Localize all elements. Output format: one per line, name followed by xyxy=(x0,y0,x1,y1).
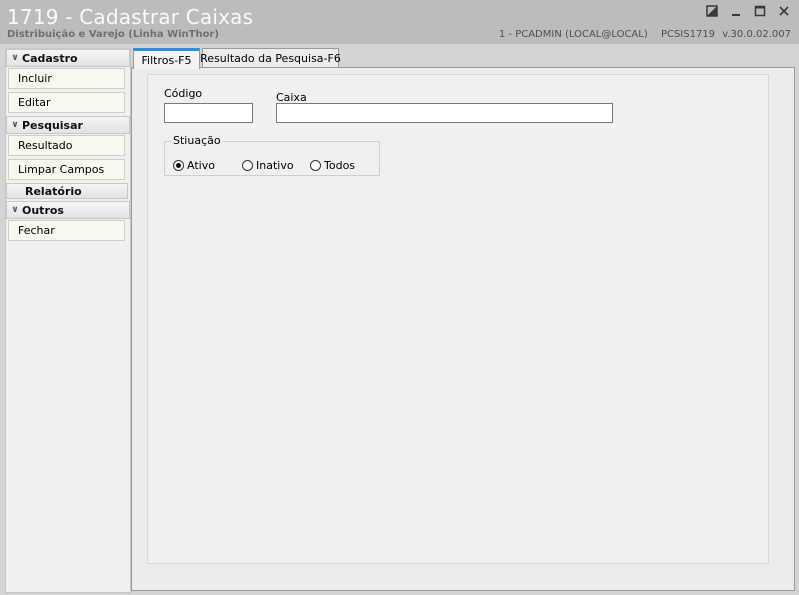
codigo-label: Código xyxy=(164,87,203,100)
radio-todos[interactable]: Todos xyxy=(310,159,355,172)
group-header-cadastro[interactable]: ∨ Cadastro xyxy=(6,49,130,67)
chevron-down-icon: ∨ xyxy=(11,120,19,130)
session-info: 1 - PCADMIN (LOCAL@LOCAL) PCSIS1719 v.30… xyxy=(489,29,791,40)
user-info: 1 - PCADMIN (LOCAL@LOCAL) xyxy=(498,29,648,40)
radio-label: Todos xyxy=(324,159,356,172)
action-sidebar: ∨ Cadastro Incluir Editar ∨ Pesquisar Re… xyxy=(5,48,131,593)
radio-label: Ativo xyxy=(187,159,215,172)
group-label: Relatório xyxy=(25,184,82,198)
radio-inativo[interactable]: Inativo xyxy=(242,159,294,172)
chevron-down-icon: ∨ xyxy=(11,53,19,63)
editar-button[interactable]: Editar xyxy=(8,92,125,113)
close-icon[interactable] xyxy=(777,4,791,18)
resultado-button[interactable]: Resultado xyxy=(8,135,125,156)
restore-icon[interactable] xyxy=(705,4,719,18)
tab-content: Código Caixa Stiuação Ativo Inativo Todo… xyxy=(131,67,795,591)
situacao-group: Stiuação Ativo Inativo Todos xyxy=(164,134,380,176)
radio-unselected-icon xyxy=(310,160,321,171)
radio-ativo[interactable]: Ativo xyxy=(173,159,215,172)
group-label: Outros xyxy=(22,203,64,217)
incluir-button[interactable]: Incluir xyxy=(8,68,125,89)
group-header-relatorio[interactable]: Relatório xyxy=(6,183,128,199)
minimize-icon[interactable] xyxy=(729,4,743,18)
window-title: 1719 - Cadastrar Caixas xyxy=(7,5,254,29)
limpar-campos-button[interactable]: Limpar Campos xyxy=(8,159,125,180)
situacao-label: Stiuação xyxy=(171,134,223,147)
codigo-input[interactable] xyxy=(164,103,253,123)
tab-resultado-pesquisa[interactable]: Resultado da Pesquisa-F6 xyxy=(200,48,341,68)
window-subtitle: Distribuição e Varejo (Linha WinThor) xyxy=(7,29,219,40)
fechar-button[interactable]: Fechar xyxy=(8,220,125,241)
chevron-down-icon: ∨ xyxy=(11,205,19,215)
title-bar: 1719 - Cadastrar Caixas Distribuição e V… xyxy=(0,0,799,44)
radio-label: Inativo xyxy=(256,159,294,172)
maximize-icon[interactable] xyxy=(753,4,767,18)
window-controls xyxy=(705,4,791,18)
filters-panel: Código Caixa Stiuação Ativo Inativo Todo… xyxy=(147,74,769,564)
tab-filtros[interactable]: Filtros-F5 xyxy=(133,48,200,69)
group-header-outros[interactable]: ∨ Outros xyxy=(6,201,130,219)
radio-unselected-icon xyxy=(242,160,253,171)
program-code: PCSIS1719 xyxy=(660,29,716,40)
version-label: v.30.0.02.007 xyxy=(722,29,791,40)
group-label: Pesquisar xyxy=(22,118,83,132)
caixa-input[interactable] xyxy=(276,103,613,123)
group-label: Cadastro xyxy=(22,51,78,65)
group-header-pesquisar[interactable]: ∨ Pesquisar xyxy=(6,116,130,134)
radio-selected-icon xyxy=(173,160,184,171)
